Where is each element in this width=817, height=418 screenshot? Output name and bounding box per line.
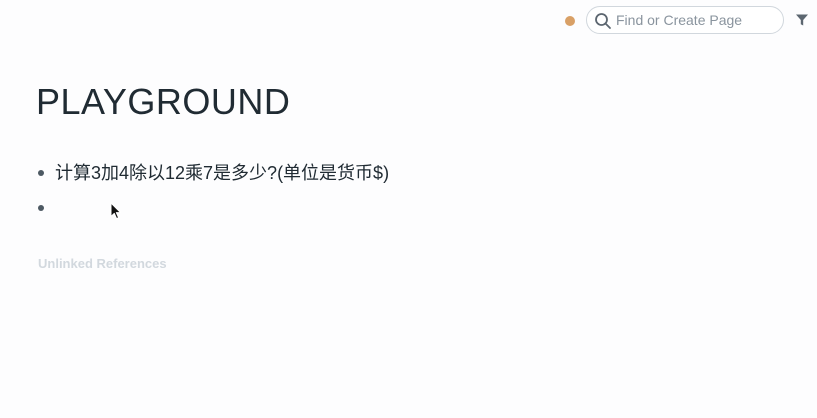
- sync-status-indicator[interactable]: [565, 16, 575, 26]
- block-item[interactable]: 计算3加4除以12乘7是多少?(单位是货币$): [38, 161, 458, 185]
- block-content[interactable]: 计算3加4除以12乘7是多少?(单位是货币$): [55, 162, 389, 184]
- filter-icon[interactable]: [795, 13, 809, 27]
- block-bullet[interactable]: [38, 170, 44, 176]
- search-box[interactable]: [586, 6, 784, 34]
- block-bullet[interactable]: [38, 205, 44, 211]
- search-input[interactable]: [616, 10, 776, 30]
- page-title: PLAYGROUND: [36, 81, 291, 122]
- unlinked-references-toggle[interactable]: Unlinked References: [38, 256, 167, 271]
- block-item[interactable]: [38, 196, 338, 220]
- search-icon: [595, 13, 611, 29]
- top-bar: [0, 0, 817, 42]
- mouse-cursor-icon: [110, 202, 122, 220]
